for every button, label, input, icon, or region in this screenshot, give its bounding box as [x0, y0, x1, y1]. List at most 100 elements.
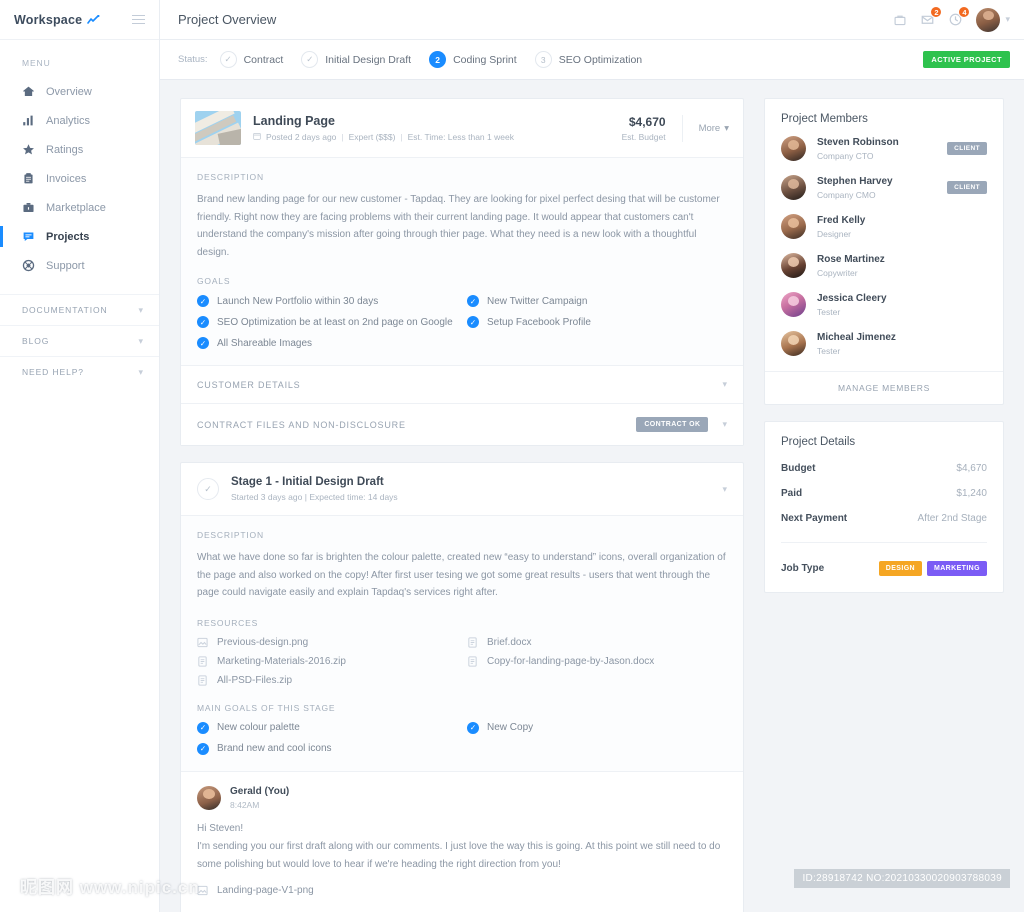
member-row[interactable]: Jessica Cleery Tester	[765, 285, 1003, 324]
status-stepper: Status: ✓ Contract ✓ Initial Design Draf…	[160, 40, 1024, 80]
sidebar-item-projects[interactable]: Projects	[0, 222, 159, 251]
detail-key: Budget	[781, 463, 816, 474]
check-icon: ✓	[467, 721, 479, 734]
group-label-blog: BLOG	[22, 336, 50, 346]
resource-item[interactable]: Brief.docx	[467, 637, 727, 648]
lifebuoy-icon	[22, 259, 44, 272]
step-initial-design-draft[interactable]: ✓ Initial Design Draft	[301, 51, 411, 68]
member-row[interactable]: Steven Robinson Company CTO CLIENT	[765, 129, 1003, 168]
sidebar-label-invoices: Invoices	[46, 172, 87, 185]
member-name: Micheal Jimenez	[817, 331, 896, 343]
user-menu[interactable]: ▾	[976, 7, 1010, 32]
comment-attachment[interactable]: Landing-page-V1-png	[197, 885, 727, 896]
member-meta: Fred Kelly Designer	[817, 215, 865, 239]
resource-item[interactable]: All-PSD-Files.zip	[197, 675, 457, 686]
comment-author: Gerald (You)	[230, 785, 290, 797]
check-icon: ✓	[467, 316, 479, 328]
project-description: Brand new landing page for our new custo…	[197, 194, 720, 258]
topbar: Project Overview 2 4 ▾	[160, 0, 1024, 40]
sidebar-menu-label: MENU	[22, 58, 51, 68]
sidebar-item-overview[interactable]: Overview	[0, 77, 159, 106]
stage-body: DESCRIPTION What we have done so far is …	[181, 515, 743, 771]
left-column: Landing Page Posted 2 days ago | Expert …	[180, 98, 744, 912]
check-icon: ✓	[197, 721, 209, 734]
accordion-right: ▾	[722, 379, 727, 390]
briefcase-icon[interactable]	[893, 13, 907, 27]
sidebar-item-analytics[interactable]: Analytics	[0, 106, 159, 135]
member-role: Company CTO	[817, 150, 874, 161]
project-expert: Expert ($$$)	[348, 132, 396, 142]
step-contract[interactable]: ✓ Contract	[219, 51, 283, 68]
sidebar-item-ratings[interactable]: Ratings	[0, 135, 159, 164]
notifications-icon[interactable]: 4	[948, 6, 971, 27]
comment-header: Gerald (You) 8:42AM	[197, 785, 727, 810]
more-button[interactable]: More ▾	[683, 123, 729, 134]
manage-members-button[interactable]: MANAGE MEMBERS	[765, 371, 1003, 404]
sidebar-label-overview: Overview	[46, 85, 92, 98]
member-row[interactable]: Fred Kelly Designer	[765, 207, 1003, 246]
sidebar-item-marketplace[interactable]: Marketplace	[0, 193, 159, 222]
sidebar-group-need-help[interactable]: NEED HELP? ▾	[0, 356, 159, 387]
mail-icon[interactable]: 2	[920, 6, 943, 27]
resource-label: All-PSD-Files.zip	[217, 674, 293, 686]
sidebar-group-documentation[interactable]: DOCUMENTATION ▾	[0, 294, 159, 325]
avatar	[781, 214, 806, 239]
comment-line: Hi Steven!	[197, 822, 244, 834]
accordion-customer-details[interactable]: CUSTOMER DETAILS ▾	[181, 365, 743, 403]
right-column: Project Members Steven Robinson Company …	[764, 98, 1004, 912]
invoice-icon	[22, 172, 44, 185]
sidebar-groups: DOCUMENTATION ▾ BLOG ▾ NEED HELP? ▾	[0, 294, 159, 387]
chevron-down-icon: ▾	[722, 379, 727, 389]
accordion-contract-files[interactable]: CONTRACT FILES AND NON-DISCLOSURE CONTRA…	[181, 403, 743, 445]
topbar-actions: 2 4 ▾	[893, 6, 1010, 32]
chevron-down-icon: ▾	[138, 366, 143, 377]
goal-label: New colour palette	[217, 722, 300, 733]
job-tag-design: DESIGN	[878, 561, 922, 576]
star-icon	[22, 143, 44, 156]
resource-item[interactable]: Copy-for-landing-page-by-Jason.docx	[467, 656, 727, 667]
sidebar-brand[interactable]: Workspace	[0, 0, 159, 40]
goal-label: New Twitter Campaign	[487, 295, 588, 307]
briefcase-icon	[22, 201, 44, 214]
resource-item[interactable]: Marketing-Materials-2016.zip	[197, 656, 457, 667]
stage-title: Stage 1 - Initial Design Draft	[231, 476, 384, 488]
goal-item: ✓ All Shareable Images	[197, 337, 457, 349]
detail-value: $4,670	[956, 463, 987, 474]
step-coding-sprint[interactable]: 2 Coding Sprint	[429, 51, 517, 68]
stage-subtitle: Started 3 days ago | Expected time: 14 d…	[231, 492, 398, 502]
step-seo-optimization[interactable]: 3 SEO Optimization	[534, 51, 642, 68]
comment-line: I'm sending you our first draft along wi…	[197, 840, 721, 870]
member-name: Stephen Harvey	[817, 175, 893, 187]
member-row[interactable]: Rose Martinez Copywriter	[765, 246, 1003, 285]
member-row[interactable]: Stephen Harvey Company CMO CLIENT	[765, 168, 1003, 207]
contract-status-badge: CONTRACT OK	[636, 417, 709, 432]
goal-item: ✓ New Copy	[467, 721, 727, 734]
step-marker: 3	[534, 51, 552, 68]
group-label-documentation: DOCUMENTATION	[22, 305, 108, 315]
project-goals: ✓ Launch New Portfolio within 30 days ✓ …	[197, 295, 727, 349]
goal-label: All Shareable Images	[217, 337, 313, 349]
member-row[interactable]: Micheal Jimenez Tester	[765, 324, 1003, 363]
chevron-down-icon: ▾	[722, 419, 727, 429]
main-area: Project Overview 2 4 ▾ Status: ✓ Contrac…	[160, 0, 1024, 912]
member-name: Fred Kelly	[817, 214, 866, 226]
resource-label: Previous-design.png	[217, 636, 309, 648]
bar-chart-icon	[22, 114, 44, 127]
chat-icon	[22, 230, 44, 243]
sidebar-group-blog[interactable]: BLOG ▾	[0, 325, 159, 356]
project-submeta: Posted 2 days ago | Expert ($$$) | Est. …	[253, 132, 514, 142]
sidebar-item-support[interactable]: Support	[0, 251, 159, 280]
sidebar-item-invoices[interactable]: Invoices	[0, 164, 159, 193]
menu-toggle-icon[interactable]	[132, 14, 145, 25]
stage-main-goals: ✓ New colour palette ✓ New Copy ✓ Brand …	[197, 721, 727, 755]
member-role: Company CMO	[817, 189, 876, 200]
chevron-down-icon[interactable]: ▾	[722, 484, 727, 495]
document-file-icon	[197, 655, 208, 667]
stage-started: Started 3 days ago	[231, 492, 303, 502]
resource-item[interactable]: Previous-design.png	[197, 637, 457, 648]
resource-label: Marketing-Materials-2016.zip	[217, 655, 346, 667]
stage-header[interactable]: ✓ Stage 1 - Initial Design Draft Started…	[181, 463, 743, 515]
project-details-panel: Project Details Budget $4,670 Paid $1,24…	[764, 421, 1004, 593]
detail-row-paid: Paid $1,240	[765, 481, 1003, 506]
job-type-tags: DESIGN MARKETING	[878, 561, 987, 576]
